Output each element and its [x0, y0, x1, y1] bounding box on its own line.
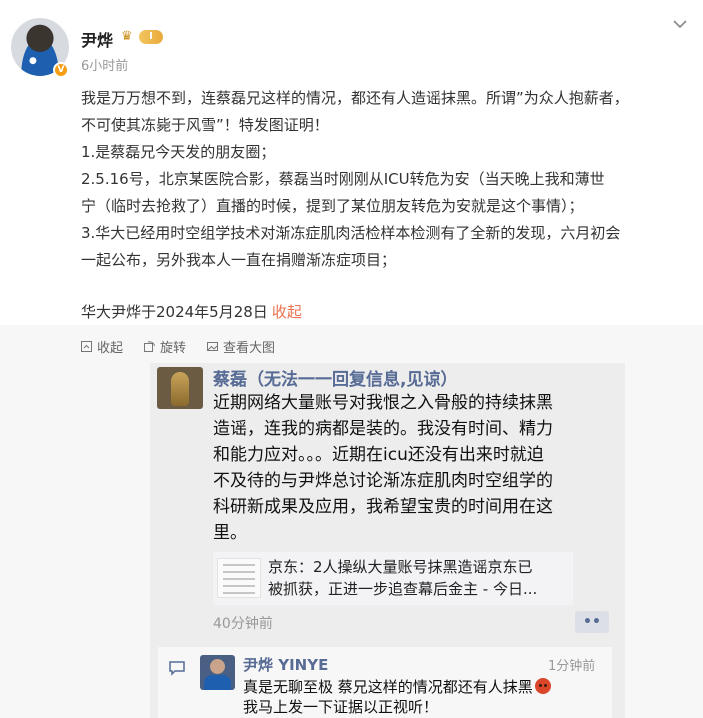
comment-text: 真是无聊至极 蔡兄这样的情况都还有人抹黑 我马上发一下证据以正视听！: [243, 677, 551, 717]
level-badge[interactable]: ♛ I: [121, 29, 163, 45]
collapse-icon: [81, 341, 92, 352]
moment-line: 不及待的与尹烨总讨论渐冻症肌肉时空组学的: [213, 471, 553, 491]
comment-line: 我马上发一下证据以正视听！: [243, 698, 439, 716]
view-large-label: 查看大图: [223, 341, 276, 356]
verified-icon: V: [53, 62, 69, 78]
post-timestamp[interactable]: 6小时前: [81, 55, 128, 74]
moment-line: 和能力应对。。。近期在icu还没有出来时就迫: [213, 445, 544, 465]
angry-emoji-icon: [534, 678, 551, 694]
collapse-image-button[interactable]: 收起: [80, 337, 123, 356]
link-title: 京东：2人操纵大量账号抹黑造谣京东已 被抓获，正进一步追查幕后金主 - 今日..…: [268, 556, 568, 600]
moment-line: 科研新成果及应用，我希望宝贵的时间用在这: [213, 497, 553, 517]
collapse-link[interactable]: 收起: [272, 303, 302, 321]
collapse-label: 收起: [97, 341, 124, 356]
moment-avatar: [157, 367, 203, 409]
more-options-icon: ••: [575, 611, 609, 633]
moment-line: 里。: [213, 523, 247, 543]
rotate-button[interactable]: 旋转: [143, 337, 186, 356]
post-line: 不可使其冻毙于风雪”！特发图证明！: [81, 116, 329, 134]
image-icon: [207, 342, 219, 351]
level-label: I: [139, 30, 163, 44]
moment-line: 造谣，连我的病都是装的。我没有时间、精力: [213, 419, 553, 439]
moment-timestamp: 40分钟前: [213, 616, 273, 632]
comment-line: 真是无聊至极 蔡兄这样的情况都还有人抹黑: [243, 678, 533, 696]
comment-section: 尹烨 YINYE 1分钟前 真是无聊至极 蔡兄这样的情况都还有人抹黑 我马上发一…: [158, 647, 612, 718]
post-line: 一起公布，另外我本人一直在捐赠渐冻症项目；: [81, 251, 397, 269]
link-title-line: 京东：2人操纵大量账号抹黑造谣京东已: [268, 558, 533, 576]
post-signature: 华大尹烨于2024年5月28日 收起: [81, 301, 302, 323]
moment-author-name: 蔡磊（无法一一回复信息,见谅）: [213, 370, 458, 390]
image-viewer: 收起 旋转 查看大图 蔡磊（无法一一回复信息,见谅） 近期网络大量账号对我恨之入…: [0, 325, 703, 718]
signature-text: 华大尹烨于2024年5月28日: [81, 303, 268, 321]
crown-icon: ♛: [121, 29, 133, 44]
statue-image: [171, 372, 189, 406]
post-line: 3.华大已经用时空组学技术对渐冻症肌肉活检样本检测有了全新的发现，六月初会: [81, 224, 621, 242]
document-thumbnail-icon: [217, 558, 261, 598]
moment-line: 近期网络大量账号对我恨之入骨般的持续抹黑: [213, 393, 553, 413]
moment-text: 近期网络大量账号对我恨之入骨般的持续抹黑 造谣，连我的病都是装的。我没有时间、精…: [213, 390, 613, 546]
shared-link-card: 京东：2人操纵大量账号抹黑造谣京东已 被抓获，正进一步追查幕后金主 - 今日..…: [213, 552, 573, 605]
rotate-label: 旋转: [160, 341, 187, 356]
post-text: 我是万万想不到，连蔡磊兄这样的情况，都还有人造谣抹黑。所谓”为众人抱薪者， 不可…: [81, 85, 695, 274]
post-line: 1.是蔡磊兄今天发的朋友圈；: [81, 143, 276, 161]
comment-icon: [169, 661, 185, 676]
author-name[interactable]: 尹烨: [81, 27, 113, 51]
post-line: 宁（临时去抢救了）直播的时候，提到了某位朋友转危为安就是这个事情）；: [81, 197, 584, 215]
commenter-avatar: [200, 655, 235, 690]
rotate-icon: [144, 341, 156, 352]
link-title-line: 被抓获，正进一步追查幕后金主 - 今日...: [268, 580, 538, 598]
moments-screenshot[interactable]: 蔡磊（无法一一回复信息,见谅） 近期网络大量账号对我恨之入骨般的持续抹黑 造谣，…: [150, 363, 625, 718]
post-line: 2.5.16号，北京某医院合影，蔡磊当时刚刚从ICU转危为安（当天晚上我和薄世: [81, 170, 605, 188]
avatar-jersey-mark: ●: [29, 56, 37, 66]
post-header: ● V 尹烨 ♛ I 6小时前: [0, 0, 703, 80]
commenter-name: 尹烨 YINYE: [243, 656, 329, 674]
chevron-down-icon[interactable]: [671, 15, 689, 33]
view-large-button[interactable]: 查看大图: [206, 337, 275, 356]
post-line: 我是万万想不到，连蔡磊兄这样的情况，都还有人造谣抹黑。所谓”为众人抱薪者，: [81, 89, 629, 107]
image-toolbar: 收起 旋转 查看大图: [80, 337, 275, 356]
comment-timestamp: 1分钟前: [548, 659, 596, 674]
